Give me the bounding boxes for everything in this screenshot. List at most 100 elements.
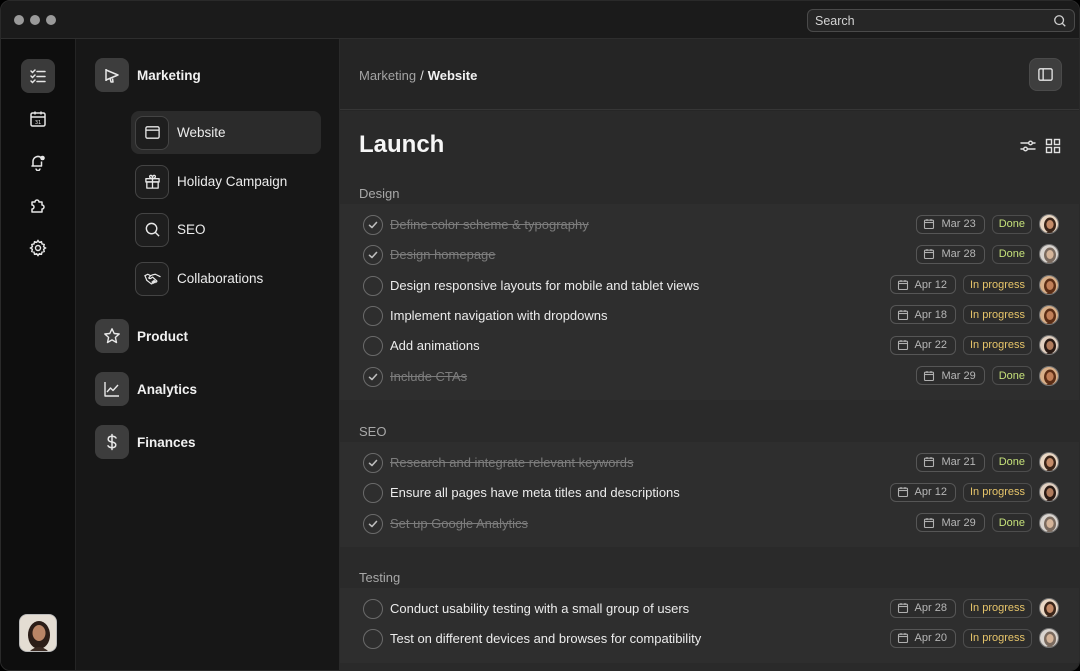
- calendar-icon: [897, 603, 908, 614]
- task-checkbox[interactable]: [363, 275, 383, 296]
- close-window-button[interactable]: [14, 15, 24, 25]
- minimize-window-button[interactable]: [30, 15, 40, 25]
- grid-view-icon[interactable]: [1044, 137, 1062, 155]
- task-checkbox[interactable]: [363, 245, 383, 266]
- status-badge[interactable]: Done: [991, 452, 1032, 472]
- due-date-text: Mar 23: [941, 218, 976, 230]
- task-checkbox[interactable]: [363, 336, 383, 357]
- due-date-pill[interactable]: Mar 29: [916, 366, 985, 385]
- due-date-pill[interactable]: Apr 12: [889, 275, 956, 295]
- assignee-avatar[interactable]: [1039, 482, 1059, 503]
- task-row[interactable]: Test on different devices and browses fo…: [340, 624, 1079, 654]
- sidebar-item-collaborations[interactable]: Collaborations: [131, 257, 321, 300]
- due-date-pill[interactable]: Mar 23: [916, 214, 985, 234]
- status-badge[interactable]: In progress: [962, 628, 1032, 648]
- due-date-pill[interactable]: Apr 18: [889, 305, 956, 325]
- sidebar-group-product[interactable]: Product: [95, 319, 188, 353]
- status-badge[interactable]: Done: [991, 513, 1032, 533]
- task-row[interactable]: Set up Google Analytics Mar 29 Done: [340, 509, 1079, 539]
- status-badge[interactable]: Done: [991, 214, 1032, 234]
- due-date-text: Mar 21: [941, 456, 976, 468]
- chart-line-icon: [104, 382, 119, 397]
- task-meta: Apr 20 In progress: [889, 628, 1059, 649]
- toggle-panel-button[interactable]: [1029, 58, 1062, 91]
- assignee-avatar[interactable]: [1039, 335, 1059, 356]
- assignee-avatar[interactable]: [1039, 628, 1059, 649]
- assignee-avatar[interactable]: [1039, 452, 1059, 472]
- search-box: [807, 9, 1075, 32]
- rail-calendar-button[interactable]: 31: [21, 102, 55, 136]
- assignee-avatar[interactable]: [1039, 304, 1059, 325]
- task-checkbox[interactable]: [363, 599, 383, 619]
- due-date-pill[interactable]: Mar 21: [916, 452, 985, 472]
- task-row[interactable]: Include CTAs Mar 29 Done: [340, 362, 1079, 392]
- task-checkbox[interactable]: [363, 305, 383, 326]
- title-bar: [1, 1, 1079, 39]
- task-row[interactable]: Research and integrate relevant keywords…: [340, 448, 1079, 478]
- breadcrumb-parent[interactable]: Marketing: [359, 68, 416, 83]
- status-badge[interactable]: In progress: [962, 598, 1032, 618]
- rail-notifications-button[interactable]: [21, 145, 55, 179]
- rail-tasks-button[interactable]: [21, 59, 55, 93]
- due-date-pill[interactable]: Mar 29: [916, 513, 985, 533]
- sidebar-group-analytics[interactable]: Analytics: [95, 372, 197, 406]
- sidebar-item-seo[interactable]: SEO: [131, 208, 321, 251]
- assignee-avatar[interactable]: [1039, 274, 1059, 295]
- status-badge[interactable]: Done: [991, 244, 1032, 264]
- task-name: Define color scheme & typography: [390, 217, 589, 232]
- status-badge[interactable]: In progress: [962, 305, 1032, 325]
- task-meta: Apr 18 In progress: [889, 304, 1059, 325]
- task-row[interactable]: Design homepage Mar 28 Done: [340, 240, 1079, 270]
- task-row[interactable]: Implement navigation with dropdowns Apr 1…: [340, 301, 1079, 331]
- sidebar-item-label: Holiday Campaign: [177, 174, 288, 189]
- due-date-pill[interactable]: Apr 22: [889, 335, 956, 355]
- status-badge[interactable]: In progress: [962, 335, 1032, 355]
- task-row[interactable]: Ensure all pages have meta titles and de…: [340, 478, 1079, 508]
- task-row[interactable]: Design responsive layouts for mobile and…: [340, 271, 1079, 301]
- task-checkbox[interactable]: [363, 629, 383, 650]
- sidebar-group-marketing[interactable]: Marketing: [95, 58, 201, 92]
- assignee-avatar[interactable]: [1039, 365, 1059, 386]
- assignee-avatar[interactable]: [1039, 512, 1059, 533]
- task-name: Test on different devices and browses fo…: [390, 631, 702, 647]
- due-date-pill[interactable]: Apr 28: [889, 598, 956, 618]
- due-date-pill[interactable]: Mar 28: [916, 244, 985, 264]
- assignee-avatar[interactable]: [1039, 214, 1059, 234]
- status-badge[interactable]: Done: [991, 366, 1032, 385]
- task-checkbox[interactable]: [363, 366, 383, 387]
- filter-sliders-icon[interactable]: [1019, 137, 1037, 155]
- due-date-pill[interactable]: Apr 12: [889, 482, 956, 502]
- due-date-text: Apr 28: [914, 602, 947, 614]
- search-icon[interactable]: [1053, 14, 1067, 28]
- breadcrumb: Marketing / Website: [359, 68, 477, 83]
- gift-icon: [144, 174, 160, 189]
- task-row[interactable]: Conduct usability testing with a small g…: [340, 594, 1079, 624]
- due-date-pill[interactable]: Apr 20: [889, 628, 956, 648]
- assignee-avatar[interactable]: [1039, 244, 1059, 265]
- gear-icon: [29, 239, 47, 257]
- section-title: SEO: [359, 424, 387, 439]
- assignee-avatar[interactable]: [1039, 598, 1059, 618]
- checkmark-icon: [368, 459, 378, 467]
- task-row[interactable]: Add animations Apr 22 In progress: [340, 331, 1079, 361]
- task-meta: Mar 21 Done: [916, 452, 1059, 472]
- rail-settings-button[interactable]: [21, 231, 55, 265]
- sidebar-group-finances[interactable]: Finances: [95, 425, 196, 459]
- sidebar-item-holiday-campaign[interactable]: Holiday Campaign: [131, 160, 321, 203]
- user-avatar[interactable]: [19, 614, 57, 652]
- task-meta: Apr 12 In progress: [889, 482, 1059, 503]
- maximize-window-button[interactable]: [46, 15, 56, 25]
- status-badge[interactable]: In progress: [962, 275, 1032, 295]
- calendar-icon: [897, 309, 908, 320]
- calendar-icon: [924, 517, 935, 528]
- task-checkbox[interactable]: [363, 215, 383, 235]
- task-checkbox[interactable]: [363, 453, 383, 473]
- task-checkbox[interactable]: [363, 483, 383, 504]
- search-input[interactable]: [815, 13, 1053, 28]
- rail-integrations-button[interactable]: [21, 188, 55, 222]
- sidebar-item-website[interactable]: Website: [131, 111, 321, 154]
- task-row[interactable]: Define color scheme & typography Mar 23 Do…: [340, 210, 1079, 240]
- task-name: Implement navigation with dropdowns: [390, 307, 608, 323]
- status-badge[interactable]: In progress: [962, 482, 1032, 502]
- task-checkbox[interactable]: [363, 513, 383, 534]
